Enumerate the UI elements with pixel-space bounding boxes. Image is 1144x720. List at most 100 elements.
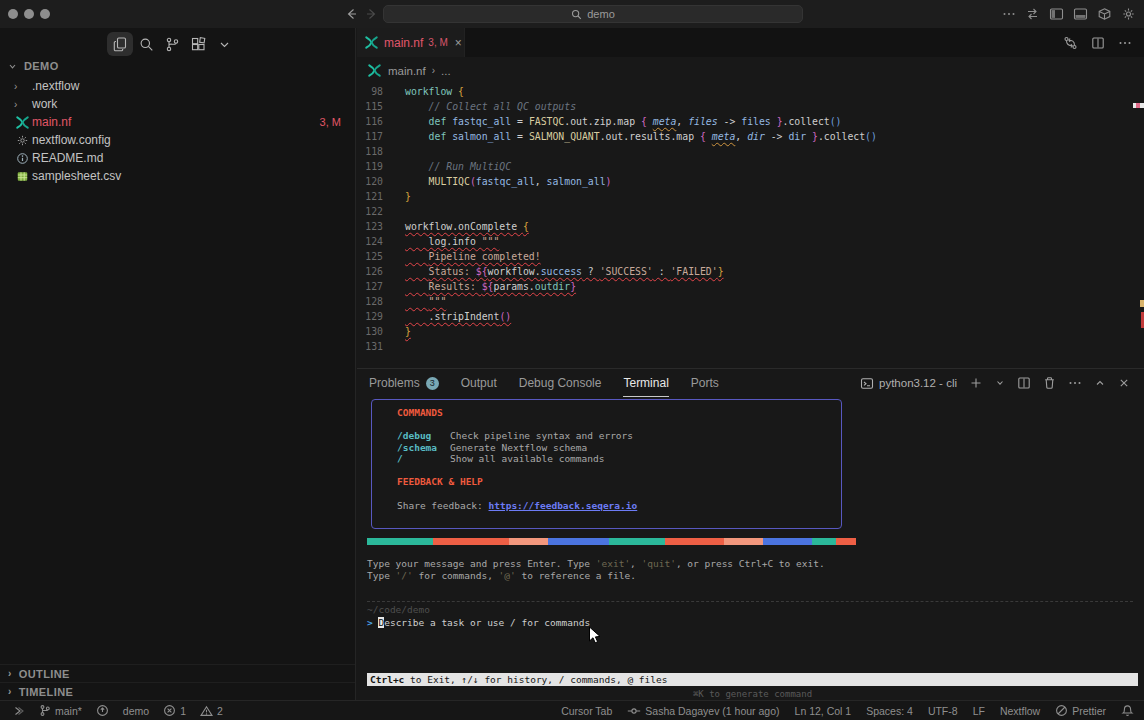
panel-trash-icon[interactable] bbox=[1043, 376, 1056, 390]
search-icon bbox=[571, 9, 582, 20]
breadcrumb[interactable]: main.nf › ... bbox=[357, 57, 1144, 84]
status-item[interactable] bbox=[12, 705, 25, 717]
panel-ellipsis-icon[interactable] bbox=[1068, 376, 1082, 390]
status-item-utf-8[interactable]: UTF-8 bbox=[928, 705, 958, 717]
layout-panel-icon[interactable] bbox=[1073, 7, 1088, 21]
code-token: def bbox=[429, 116, 453, 127]
help-text-part: , or press Ctrl+C to exit. bbox=[676, 558, 825, 569]
status-item-lf[interactable]: LF bbox=[973, 705, 985, 717]
code-token: files bbox=[741, 116, 771, 127]
terminal-prompt[interactable]: > Describe a task or use / for commands bbox=[367, 616, 590, 629]
panel-split-icon[interactable] bbox=[1017, 376, 1031, 390]
file-row-.nextflow[interactable]: ›.nextflow bbox=[0, 77, 355, 95]
line-number: 118 bbox=[357, 146, 383, 157]
code-line-98: 98workflow { bbox=[357, 84, 1144, 99]
code-token: } bbox=[771, 116, 783, 127]
code-line-130: 130} bbox=[357, 324, 1144, 339]
status-item-main-[interactable]: main* bbox=[39, 704, 82, 717]
command-center-search[interactable]: demo bbox=[383, 5, 803, 23]
code-token: FASTQC bbox=[529, 116, 564, 127]
feedback-label: Share feedback: bbox=[397, 500, 489, 511]
compare-changes-icon[interactable] bbox=[1063, 36, 1078, 50]
swap-arrows-icon[interactable] bbox=[1025, 7, 1040, 21]
line-number: 125 bbox=[357, 251, 383, 262]
file-row-samplesheet.csv[interactable]: samplesheet.csv bbox=[0, 167, 355, 185]
activity-search-icon[interactable] bbox=[133, 32, 159, 56]
status-item-2[interactable]: 2 bbox=[200, 705, 223, 717]
activity-chevron-down-icon[interactable] bbox=[211, 32, 237, 56]
panel-chevron-up-sm-icon[interactable] bbox=[1094, 377, 1106, 389]
gear-file-file-icon bbox=[14, 134, 30, 147]
code-token: fastqc_all bbox=[452, 116, 511, 127]
status-item-cursor-tab[interactable]: Cursor Tab bbox=[561, 705, 612, 717]
traffic-zoom-button[interactable] bbox=[40, 9, 50, 19]
terminal[interactable]: COMMANDS /debugCheck pipeline syntax and… bbox=[357, 397, 1144, 701]
activity-extensions-icon[interactable] bbox=[185, 32, 211, 56]
layout-sidebar-icon[interactable] bbox=[1049, 7, 1064, 21]
mouse-cursor bbox=[588, 626, 602, 646]
code-token bbox=[405, 176, 429, 187]
explorer-section-header[interactable]: DEMO bbox=[8, 60, 59, 72]
gear-icon[interactable] bbox=[1121, 7, 1136, 21]
panel-plus-icon[interactable] bbox=[969, 376, 983, 390]
panel-chevron-down-sm-icon[interactable] bbox=[995, 378, 1005, 388]
breadcrumb-file[interactable]: main.nf bbox=[388, 65, 426, 77]
generate-command-hint: ⌘K to generate command bbox=[367, 689, 1138, 699]
traffic-close-button[interactable] bbox=[8, 9, 18, 19]
status-item-1[interactable]: 1 bbox=[163, 704, 186, 717]
terminal-command-row: /Show all available commands bbox=[397, 453, 841, 465]
status-item-prettier[interactable]: Prettier bbox=[1055, 704, 1106, 717]
file-list: ›.nextflow›workmain.nf3, Mnextflow.confi… bbox=[0, 77, 355, 185]
panel-tab-terminal[interactable]: Terminal bbox=[623, 369, 668, 397]
problems-count-badge: 3 bbox=[426, 377, 439, 390]
code-token: """ bbox=[429, 296, 447, 307]
split-editor-icon[interactable] bbox=[1091, 36, 1105, 50]
tab-main-nf[interactable]: main.nf 3, M × bbox=[357, 28, 465, 57]
traffic-minimize-button[interactable] bbox=[24, 9, 34, 19]
more-actions-icon[interactable] bbox=[1118, 36, 1132, 50]
terminal-help-line-1: Type your message and press Enter. Type … bbox=[367, 558, 825, 570]
line-number: 126 bbox=[357, 266, 383, 277]
status-item-spaces-4[interactable]: Spaces: 4 bbox=[866, 705, 913, 717]
shell-selector[interactable]: python3.12 - cli bbox=[860, 377, 957, 390]
tab-close-icon[interactable]: × bbox=[455, 36, 462, 50]
panel-tab-ports[interactable]: Ports bbox=[691, 369, 719, 397]
activity-source-control-icon[interactable] bbox=[159, 32, 185, 56]
file-row-README.md[interactable]: README.md bbox=[0, 149, 355, 167]
panel-tab-output[interactable]: Output bbox=[461, 369, 497, 397]
code-token: } bbox=[718, 266, 724, 277]
forward-arrow-icon[interactable] bbox=[364, 6, 380, 22]
status-item-ln-12-col-1[interactable]: Ln 12, Col 1 bbox=[795, 705, 852, 717]
help-text-part: , bbox=[630, 558, 641, 569]
file-row-main.nf[interactable]: main.nf3, M bbox=[0, 113, 355, 131]
panel-close-sm-icon[interactable] bbox=[1118, 377, 1130, 389]
sidebar-section-timeline[interactable]: ›TIMELINE bbox=[0, 682, 355, 700]
file-row-nextflow.config[interactable]: nextflow.config bbox=[0, 131, 355, 149]
gradient-segment bbox=[609, 538, 665, 545]
code-line-118: 118 bbox=[357, 144, 1144, 159]
panel-tab-problems[interactable]: Problems3 bbox=[369, 369, 439, 397]
gradient-segment bbox=[548, 538, 609, 545]
panel-tab-debug-console[interactable]: Debug Console bbox=[519, 369, 602, 397]
breadcrumb-symbol[interactable]: ... bbox=[441, 65, 451, 77]
file-row-work[interactable]: ›work bbox=[0, 95, 355, 113]
terminal-cwd: ~/code/demo bbox=[367, 604, 430, 616]
status-item-nextflow[interactable]: Nextflow bbox=[1000, 705, 1040, 717]
back-arrow-icon[interactable] bbox=[343, 6, 359, 22]
line-number: 120 bbox=[357, 176, 383, 187]
ellipsis-icon[interactable] bbox=[1002, 7, 1016, 21]
status-item-demo[interactable]: demo bbox=[123, 705, 149, 717]
gradient-segment bbox=[367, 538, 433, 545]
cube-icon[interactable] bbox=[1097, 7, 1112, 21]
feedback-link[interactable]: https://feedback.seqera.io bbox=[489, 500, 638, 511]
activity-files-icon[interactable] bbox=[107, 32, 133, 56]
status-item[interactable] bbox=[1121, 704, 1134, 717]
sidebar-section-outline[interactable]: ›OUTLINE bbox=[0, 664, 355, 682]
code-line-126: 126 Status: ${workflow.success ? 'SUCCES… bbox=[357, 264, 1144, 279]
code-editor[interactable]: 98workflow {115 // Collect all QC output… bbox=[357, 84, 1144, 368]
help-text-part: 'exit' bbox=[596, 558, 630, 569]
status-item[interactable] bbox=[96, 704, 109, 717]
code-token bbox=[405, 266, 429, 277]
status-item-sasha-dagayev-1-hour-ago-[interactable]: Sasha Dagayev (1 hour ago) bbox=[627, 705, 779, 717]
line-number: 123 bbox=[357, 221, 383, 232]
